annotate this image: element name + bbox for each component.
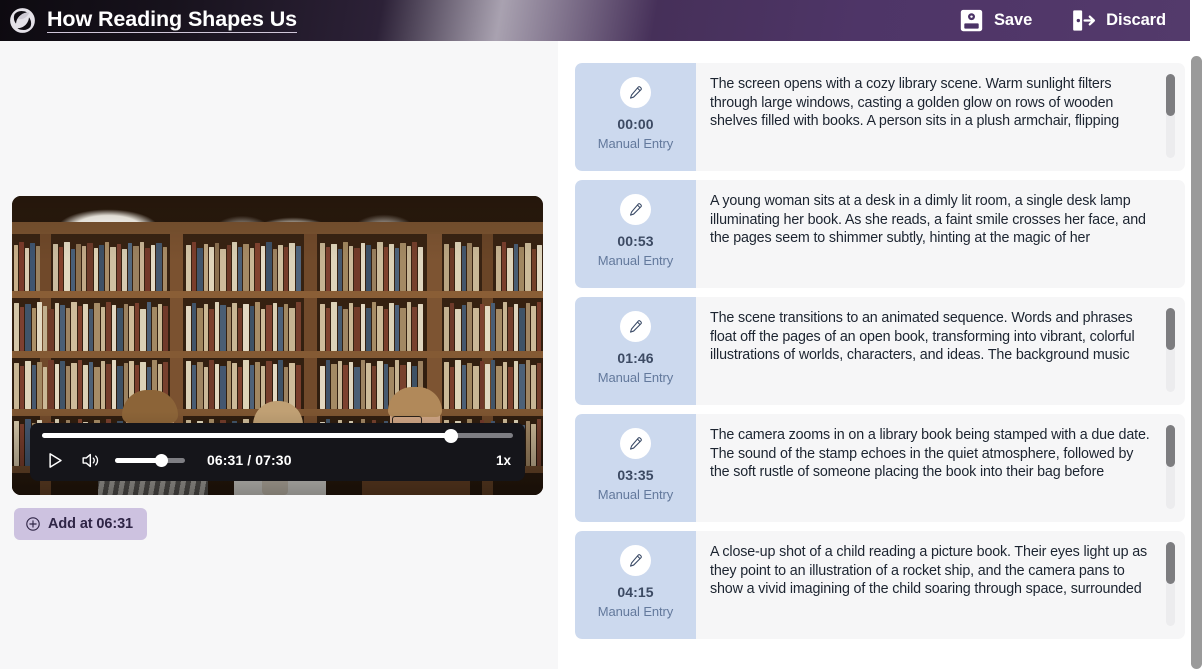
exit-door-discard-icon <box>1073 10 1096 31</box>
volume-slider[interactable] <box>115 453 185 467</box>
entry-body[interactable]: A close-up shot of a child reading a pic… <box>696 531 1185 639</box>
control-row: 06:31 / 07:30 1x <box>42 443 513 477</box>
seek-bar[interactable] <box>42 428 513 443</box>
entry-meta: 00:53 Manual Entry <box>575 180 696 288</box>
video-pane: 06:31 / 07:30 1x Add at 06:31 <box>0 41 558 669</box>
entry-card[interactable]: 00:53 Manual Entry A young woman sits at a… <box>575 180 1185 288</box>
page-scrollbar-thumb[interactable] <box>1191 56 1202 669</box>
floppy-disk-save-icon <box>960 9 983 32</box>
entry-body[interactable]: The screen opens with a cozy library sce… <box>696 63 1185 171</box>
pencil-edit-icon <box>629 554 642 567</box>
entry-card[interactable]: 00:00 Manual Entry The screen opens with a… <box>575 63 1185 171</box>
entry-body[interactable]: The camera zooms in on a library book be… <box>696 414 1185 522</box>
video-player[interactable]: 06:31 / 07:30 1x <box>12 196 543 495</box>
add-entry-label: Add at 06:31 <box>48 516 134 532</box>
entry-text[interactable]: The screen opens with a cozy library sce… <box>710 75 1155 131</box>
entry-text-scrollbar-thumb[interactable] <box>1166 542 1175 584</box>
entry-meta: 01:46 Manual Entry <box>575 297 696 405</box>
add-entry-button[interactable]: Add at 06:31 <box>14 508 148 540</box>
entry-body[interactable]: A young woman sits at a desk in a dimly … <box>696 180 1185 288</box>
entry-text-scrollbar[interactable] <box>1166 425 1175 509</box>
entries-pane: 00:00 Manual Entry The screen opens with a… <box>558 41 1190 669</box>
pencil-edit-icon <box>629 203 642 216</box>
entry-text[interactable]: The scene transitions to an animated seq… <box>710 309 1155 365</box>
entry-text[interactable]: A close-up shot of a child reading a pic… <box>710 543 1155 599</box>
edit-entry-button[interactable] <box>620 545 651 576</box>
entry-timestamp: 03:35 <box>617 467 654 483</box>
entry-text-scrollbar-thumb[interactable] <box>1166 74 1175 116</box>
main-content: 06:31 / 07:30 1x Add at 06:31 00:00 Manua… <box>0 41 1190 669</box>
pencil-edit-icon <box>629 320 642 333</box>
entry-text-scrollbar[interactable] <box>1166 542 1175 626</box>
video-annotation-app: How Reading Shapes Us Save Discard 06:31… <box>0 0 1202 669</box>
edit-entry-button[interactable] <box>620 311 651 342</box>
spiral-logo-icon <box>10 8 35 33</box>
playback-speed-button[interactable]: 1x <box>496 453 513 468</box>
entry-body[interactable]: The scene transitions to an animated seq… <box>696 297 1185 405</box>
save-label: Save <box>994 11 1033 29</box>
entry-timestamp: 00:00 <box>617 116 654 132</box>
brand: How Reading Shapes Us <box>0 5 297 36</box>
entry-text-scrollbar-thumb[interactable] <box>1166 308 1175 350</box>
edit-entry-button[interactable] <box>620 428 651 459</box>
video-controls: 06:31 / 07:30 1x <box>30 423 525 481</box>
page-title: How Reading Shapes Us <box>47 8 297 34</box>
seek-thumb[interactable] <box>444 428 459 443</box>
entry-kind-label: Manual Entry <box>597 370 674 385</box>
page-scrollbar[interactable] <box>1190 41 1202 669</box>
entry-kind-label: Manual Entry <box>597 487 674 502</box>
volume-thumb[interactable] <box>154 453 168 467</box>
entry-card[interactable]: 03:35 Manual Entry The camera zooms in on … <box>575 414 1185 522</box>
entry-timestamp: 00:53 <box>617 233 654 249</box>
entry-card[interactable]: 04:15 Manual Entry A close-up shot of a ch… <box>575 531 1185 639</box>
discard-button[interactable]: Discard <box>1070 7 1166 34</box>
entry-text-scrollbar[interactable] <box>1166 74 1175 158</box>
header-actions: Save Discard <box>958 7 1190 34</box>
plus-circle-icon <box>26 517 40 531</box>
entry-meta: 04:15 Manual Entry <box>575 531 696 639</box>
app-header: How Reading Shapes Us Save Discard <box>0 0 1190 41</box>
entry-text-scrollbar[interactable] <box>1166 308 1175 392</box>
entry-kind-label: Manual Entry <box>597 136 674 151</box>
volume-on-icon[interactable] <box>80 450 101 471</box>
entry-kind-label: Manual Entry <box>597 604 674 619</box>
discard-label: Discard <box>1106 11 1166 29</box>
entry-text[interactable]: The camera zooms in on a library book be… <box>710 426 1155 482</box>
entry-timestamp: 01:46 <box>617 350 654 366</box>
pencil-edit-icon <box>629 86 642 99</box>
pencil-edit-icon <box>629 437 642 450</box>
seek-progress-fill <box>42 433 452 438</box>
entry-text-scrollbar-thumb[interactable] <box>1166 425 1175 467</box>
entry-meta: 03:35 Manual Entry <box>575 414 696 522</box>
entry-card[interactable]: 01:46 Manual Entry The scene transitions t… <box>575 297 1185 405</box>
play-icon[interactable] <box>44 450 65 471</box>
edit-entry-button[interactable] <box>620 194 651 225</box>
entry-list: 00:00 Manual Entry The screen opens with a… <box>575 63 1185 669</box>
entry-kind-label: Manual Entry <box>597 253 674 268</box>
entry-text[interactable]: A young woman sits at a desk in a dimly … <box>710 192 1155 250</box>
entry-timestamp: 04:15 <box>617 584 654 600</box>
save-button[interactable]: Save <box>958 7 1032 34</box>
entry-meta: 00:00 Manual Entry <box>575 63 696 171</box>
time-display: 06:31 / 07:30 <box>207 452 292 468</box>
edit-entry-button[interactable] <box>620 77 651 108</box>
